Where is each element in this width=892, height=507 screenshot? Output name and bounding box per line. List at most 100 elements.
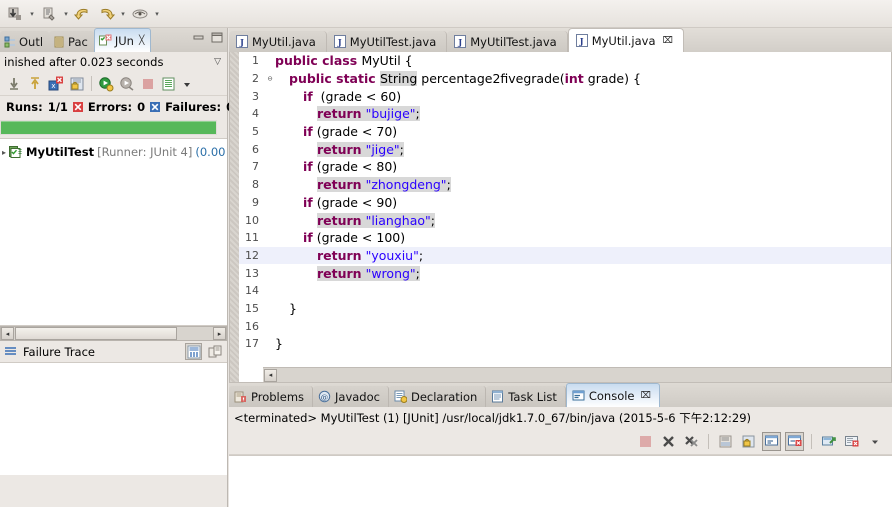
code-line[interactable]: 4 return "bujige"; bbox=[239, 105, 891, 123]
editor-tab-myutiltest-java-2[interactable]: J MyUtilTest.java bbox=[447, 31, 568, 52]
code-line[interactable]: 17} bbox=[239, 335, 891, 353]
view-tab-label: JUn bbox=[114, 33, 134, 48]
forward-navigation-icon[interactable] bbox=[95, 3, 117, 25]
next-annotation-icon[interactable] bbox=[129, 3, 151, 25]
terminate-button[interactable] bbox=[636, 432, 655, 451]
clear-console-button[interactable] bbox=[716, 432, 735, 451]
maximize-button[interactable] bbox=[210, 31, 224, 44]
bottom-tab-task-list[interactable]: Task List bbox=[486, 386, 566, 407]
editor-tab-myutil-java-0[interactable]: J MyUtil.java bbox=[229, 31, 327, 52]
code-line[interactable]: 9 if (grade < 90) bbox=[239, 194, 891, 212]
fold-toggle-icon[interactable]: ⊖ bbox=[265, 74, 275, 83]
code-line-text: return "jige"; bbox=[317, 141, 404, 157]
code-line[interactable]: 5 if (grade < 70) bbox=[239, 123, 891, 141]
view-tab-package-explorer[interactable]: Pac bbox=[49, 31, 94, 52]
code-line[interactable]: 12 return "youxiu"; bbox=[239, 246, 891, 265]
code-editor[interactable]: 1 public class MyUtil {2 ⊖ public static St… bbox=[229, 52, 892, 383]
view-menu-arrow-icon[interactable]: ▽ bbox=[214, 57, 221, 67]
editor-scroll-left-arrow-icon[interactable]: ◂ bbox=[264, 368, 277, 382]
remove-all-terminated-button[interactable] bbox=[682, 432, 701, 451]
table-row[interactable]: ▸ MyUtilTest [Runner: JUnit 4] (0.00 bbox=[0, 144, 227, 160]
next-failed-test-icon[interactable] bbox=[6, 76, 22, 92]
scrollbar-thumb[interactable] bbox=[15, 327, 177, 340]
show-failures-only-icon[interactable]: x bbox=[48, 76, 64, 92]
console-output-area[interactable] bbox=[229, 455, 892, 507]
editor-area: J MyUtil.java J MyUtilTest.java J MyUtilTest.… bbox=[229, 28, 892, 383]
bottom-tab-label: Console bbox=[588, 388, 635, 403]
console-icon bbox=[572, 389, 585, 402]
test-suite-icon bbox=[9, 145, 23, 159]
code-line-text: return "lianghao"; bbox=[317, 212, 435, 228]
test-run-history-icon[interactable] bbox=[161, 76, 177, 92]
close-icon[interactable]: ⌧ bbox=[641, 391, 651, 401]
scroll-left-arrow-icon[interactable]: ◂ bbox=[1, 327, 14, 340]
line-number: 8 bbox=[252, 178, 259, 192]
editor-tab-myutil-java-3[interactable]: J MyUtil.java ⌧ bbox=[567, 28, 684, 52]
code-line-text: if (grade < 90) bbox=[303, 194, 398, 210]
tree-horizontal-scrollbar[interactable]: ◂ ▸ bbox=[0, 326, 227, 341]
open-console-dropdown-button[interactable] bbox=[865, 432, 884, 451]
code-line-text: } bbox=[289, 300, 297, 316]
bottom-tab-javadoc[interactable]: @ Javadoc bbox=[313, 386, 389, 407]
code-line[interactable]: 8 return "zhongdeng"; bbox=[239, 176, 891, 194]
display-selected-console-button[interactable] bbox=[842, 432, 861, 451]
code-line[interactable]: 16 bbox=[239, 317, 891, 335]
line-number: 3 bbox=[252, 89, 259, 103]
code-line-text: if (grade < 60) bbox=[303, 88, 402, 104]
code-line[interactable]: 2 ⊖ public static String percentage2fivegr… bbox=[239, 70, 891, 88]
bottom-tab-problems[interactable]: Problems bbox=[229, 386, 314, 407]
view-tab-outline[interactable]: Outl bbox=[0, 31, 50, 52]
editor-tab-label: MyUtil.java bbox=[591, 33, 656, 48]
line-number: 15 bbox=[245, 301, 259, 315]
previous-failed-test-icon[interactable] bbox=[27, 76, 43, 92]
console-view-panel: Problems @ Javadoc Declaration Task List Cons… bbox=[229, 383, 892, 507]
rerun-failed-tests-icon[interactable] bbox=[119, 76, 135, 92]
outline-icon bbox=[4, 36, 16, 48]
lock-scroll-icon[interactable] bbox=[69, 76, 85, 92]
junit-status-text: inished after 0.023 seconds bbox=[4, 55, 164, 69]
rerun-test-icon[interactable] bbox=[98, 76, 114, 92]
code-text-area[interactable]: 1 public class MyUtil {2 ⊖ public static St… bbox=[239, 52, 891, 366]
close-icon[interactable]: ⌧ bbox=[663, 36, 673, 46]
code-line[interactable]: 10 return "lianghao"; bbox=[239, 211, 891, 229]
code-line[interactable]: 14 bbox=[239, 282, 891, 300]
code-line[interactable]: 15} bbox=[239, 300, 891, 318]
code-line[interactable]: 3 if (grade < 60) bbox=[239, 87, 891, 105]
pin-console-button[interactable] bbox=[819, 432, 838, 451]
line-number: 4 bbox=[252, 107, 259, 121]
show-console-when-stderr-button[interactable] bbox=[785, 432, 804, 451]
test-results-tree[interactable]: ▸ MyUtilTest [Runner: JUnit 4] (0.00 bbox=[0, 138, 227, 326]
expand-arrow-icon[interactable]: ▸ bbox=[2, 148, 6, 157]
remove-launch-button[interactable] bbox=[659, 432, 678, 451]
filter-stack-trace-button[interactable] bbox=[185, 343, 202, 360]
stop-test-run-icon[interactable] bbox=[140, 76, 156, 92]
bottom-tab-console[interactable]: Console ⌧ bbox=[565, 383, 660, 407]
code-line[interactable]: 7 if (grade < 80) bbox=[239, 158, 891, 176]
external-tools-dropdown-arrow[interactable]: ▾ bbox=[61, 3, 71, 25]
code-line[interactable]: 6 return "jige"; bbox=[239, 140, 891, 158]
declaration-icon bbox=[394, 390, 407, 403]
code-line-text: if (grade < 100) bbox=[303, 230, 406, 246]
back-navigation-icon[interactable] bbox=[72, 3, 94, 25]
run-last-tool-icon[interactable] bbox=[4, 3, 26, 25]
scroll-right-arrow-icon[interactable]: ▸ bbox=[213, 327, 226, 340]
view-tab-junit[interactable]: JUn ╳ bbox=[93, 28, 152, 52]
minimize-button[interactable] bbox=[192, 31, 206, 44]
run-dropdown-arrow[interactable]: ▾ bbox=[27, 3, 37, 25]
close-icon[interactable]: ╳ bbox=[139, 36, 144, 46]
editor-tab-myutiltest-java-1[interactable]: J MyUtilTest.java bbox=[326, 31, 448, 52]
compare-result-button[interactable] bbox=[206, 343, 223, 360]
external-tools-icon[interactable] bbox=[38, 3, 60, 25]
failure-trace-body[interactable] bbox=[0, 363, 227, 475]
view-menu-icon[interactable] bbox=[182, 76, 192, 92]
code-line[interactable]: 13 return "wrong"; bbox=[239, 264, 891, 282]
junit-view-panel: Outl Pac JUn ╳ inished after 0.023 secon… bbox=[0, 28, 234, 507]
bottom-tab-declaration[interactable]: Declaration bbox=[388, 386, 487, 407]
forward-dropdown-arrow[interactable]: ▾ bbox=[118, 3, 128, 25]
next-annotation-dropdown-arrow[interactable]: ▾ bbox=[152, 3, 162, 25]
code-line[interactable]: 11 if (grade < 100) bbox=[239, 229, 891, 247]
show-console-when-stdout-button[interactable] bbox=[762, 432, 781, 451]
editor-horizontal-scrollbar[interactable]: ◂ bbox=[263, 367, 891, 382]
code-line[interactable]: 1 public class MyUtil { bbox=[239, 52, 891, 70]
scroll-lock-button[interactable] bbox=[739, 432, 758, 451]
